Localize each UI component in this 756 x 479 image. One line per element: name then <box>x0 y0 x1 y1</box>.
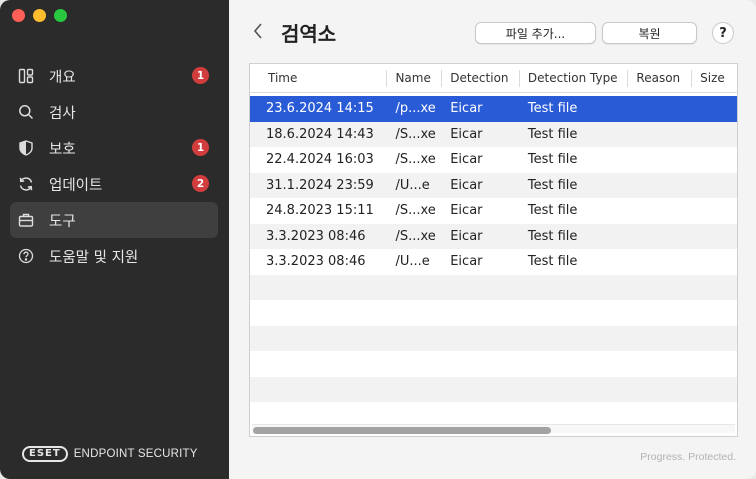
cell-time: 23.6.2024 14:15 <box>266 101 374 117</box>
cell-name: /S...xe <box>395 126 436 142</box>
table-row[interactable]: 31.1.2024 23:59/U...e Eicar Test file <box>250 172 737 198</box>
restore-button[interactable]: 복원 <box>602 22 697 44</box>
cell-detection-type: Test file <box>527 254 578 270</box>
back-button[interactable] <box>251 20 265 42</box>
brand-text: ENDPOINT SECURITY <box>73 448 198 460</box>
cell-time: 3.3.2023 08:46 <box>266 254 366 270</box>
table-row[interactable]: 23.6.2024 14:15/p...xe Eicar Test file <box>250 96 737 122</box>
cell-name: /S...xe <box>395 203 436 219</box>
cell-detection-type: Test file <box>527 203 578 219</box>
sidebar-nav: 개요 1 검사 보호 1 업데이트 2 도구 도움말 및 지원 <box>10 58 218 274</box>
sidebar-item-help[interactable]: 도움말 및 지원 <box>10 238 218 274</box>
column-header-name[interactable]: Name <box>387 64 443 93</box>
sidebar-item-label: 업데이트 <box>49 177 103 194</box>
table-header: Time Name Detection Detection Type Reaso… <box>250 64 737 93</box>
empty-table-row <box>250 376 737 402</box>
notification-badge: 1 <box>192 139 209 156</box>
briefcase-icon <box>17 211 35 229</box>
sidebar-item-label: 개요 <box>49 69 76 86</box>
cell-name: /U...e <box>395 177 430 193</box>
eset-logo: ESET <box>22 446 68 462</box>
sidebar-item-label: 도구 <box>49 213 76 230</box>
table-row[interactable]: 3.3.2023 08:46/S...xe Eicar Test file <box>250 223 737 249</box>
table-row[interactable]: 18.6.2024 14:43/S...xe Eicar Test file <box>250 121 737 147</box>
column-header-detection[interactable]: Detection <box>442 64 520 93</box>
window-controls <box>12 9 67 22</box>
minimize-window-button[interactable] <box>33 9 46 22</box>
empty-table-row <box>250 300 737 326</box>
cell-detection: Eicar <box>450 177 483 193</box>
cell-name: /S...xe <box>395 152 436 168</box>
cell-detection: Eicar <box>450 203 483 219</box>
brand: ESET ENDPOINT SECURITY <box>22 446 198 462</box>
table-row[interactable]: 3.3.2023 08:46/U...e Eicar Test file <box>250 249 737 275</box>
empty-table-row <box>250 325 737 351</box>
sidebar-item-overview[interactable]: 개요 1 <box>10 58 218 94</box>
main-panel: 검역소 파일 추가... 복원 ? Time Name Detection De… <box>229 0 756 479</box>
scrollbar-thumb[interactable] <box>253 427 551 434</box>
sidebar: 개요 1 검사 보호 1 업데이트 2 도구 도움말 및 지원 ESET END… <box>0 0 229 479</box>
tagline: Progress. Protected. <box>640 451 736 463</box>
notification-badge: 1 <box>192 67 209 84</box>
empty-table-row <box>250 351 737 377</box>
cell-detection: Eicar <box>450 228 483 244</box>
cell-name: /p...xe <box>395 101 436 117</box>
search-icon <box>17 103 35 121</box>
cell-name: /U...e <box>395 254 430 270</box>
quarantine-table: Time Name Detection Detection Type Reaso… <box>249 63 738 437</box>
column-header-time[interactable]: Time <box>250 64 388 93</box>
cell-time: 31.1.2024 23:59 <box>266 177 374 193</box>
cell-time: 18.6.2024 14:43 <box>266 126 374 142</box>
cell-time: 22.4.2024 16:03 <box>266 152 374 168</box>
sidebar-item-scan[interactable]: 검사 <box>10 94 218 130</box>
table-row[interactable]: 22.4.2024 16:03/S...xe Eicar Test file <box>250 147 737 173</box>
table-body: 23.6.2024 14:15/p...xe Eicar Test file 18.6… <box>250 96 737 428</box>
help-icon <box>17 247 35 265</box>
cell-detection-type: Test file <box>527 228 578 244</box>
overview-icon <box>17 67 35 85</box>
maximize-window-button[interactable] <box>54 9 67 22</box>
cell-detection: Eicar <box>450 152 483 168</box>
cell-detection: Eicar <box>450 126 483 142</box>
close-window-button[interactable] <box>12 9 25 22</box>
sidebar-item-label: 보호 <box>49 141 76 158</box>
empty-table-row <box>250 274 737 300</box>
sidebar-item-label: 검사 <box>49 105 76 122</box>
horizontal-scrollbar[interactable] <box>252 424 735 434</box>
shield-icon <box>17 139 35 157</box>
page-title: 검역소 <box>281 22 337 46</box>
sidebar-item-tools[interactable]: 도구 <box>10 202 218 238</box>
sidebar-item-update[interactable]: 업데이트 2 <box>10 166 218 202</box>
sidebar-item-label: 도움말 및 지원 <box>49 249 139 266</box>
column-header-reason[interactable]: Reason <box>628 64 692 93</box>
app-window: 개요 1 검사 보호 1 업데이트 2 도구 도움말 및 지원 ESET END… <box>0 0 756 479</box>
add-file-button[interactable]: 파일 추가... <box>475 22 596 44</box>
cell-detection: Eicar <box>450 101 483 117</box>
column-header-detection-type[interactable]: Detection Type <box>520 64 629 93</box>
cell-time: 24.8.2023 15:11 <box>266 203 374 219</box>
cell-detection-type: Test file <box>527 177 578 193</box>
cell-name: /S...xe <box>395 228 436 244</box>
cell-time: 3.3.2023 08:46 <box>266 228 366 244</box>
table-row[interactable]: 24.8.2023 15:11/S...xe Eicar Test file <box>250 198 737 224</box>
refresh-icon <box>17 175 35 193</box>
chevron-left-icon <box>253 23 262 39</box>
sidebar-item-protection[interactable]: 보호 1 <box>10 130 218 166</box>
cell-detection-type: Test file <box>527 126 578 142</box>
column-header-size[interactable]: Size <box>692 64 737 93</box>
cell-detection-type: Test file <box>527 101 578 117</box>
cell-detection-type: Test file <box>527 152 578 168</box>
cell-detection: Eicar <box>450 254 483 270</box>
notification-badge: 2 <box>192 175 209 192</box>
help-button[interactable]: ? <box>712 22 734 44</box>
